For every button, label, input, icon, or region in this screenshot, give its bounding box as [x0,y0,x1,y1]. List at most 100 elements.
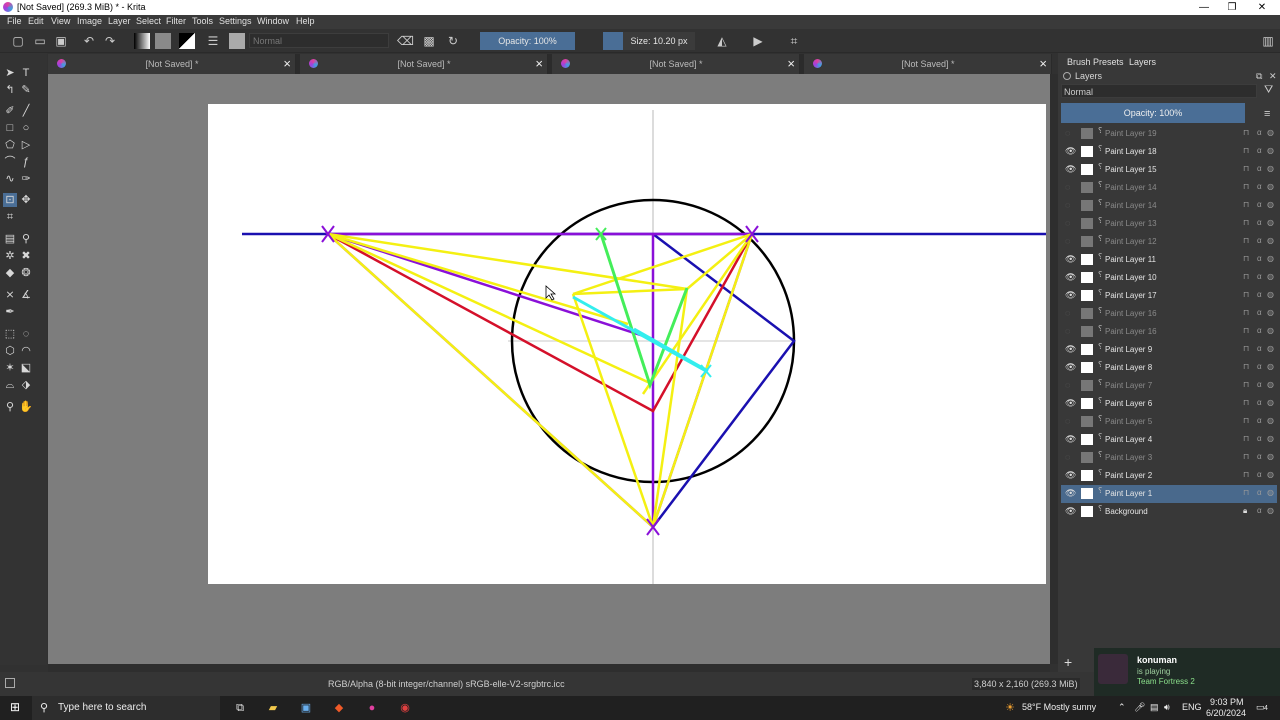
gradient-tool-icon[interactable]: ▤ [3,232,17,246]
close-docker-icon[interactable]: ✕ [1269,71,1277,82]
unlock-icon[interactable]: ⊓ [1243,326,1249,335]
layer-row[interactable]: ◌ ⸮ Paint Layer 14 ⊓ α ◍ [1061,197,1277,215]
close-tab-icon[interactable]: × [535,56,543,71]
inherit-alpha-icon[interactable]: α [1257,254,1262,263]
elliptical-selection-tool-icon[interactable]: ◌ [19,327,33,341]
snipping-tool-icon[interactable]: ▣ [298,700,314,716]
eye-open-icon[interactable]: 👁︎ [1065,398,1076,410]
menu-file[interactable]: File [7,16,22,26]
unlock-icon[interactable]: ⊓ [1243,398,1249,407]
menu-edit[interactable]: Edit [28,16,44,26]
layer-row[interactable]: 👁︎ ⸮ Paint Layer 8 ⊓ α ◍ [1061,359,1277,377]
calligraphy-tool-icon[interactable]: ✎ [19,83,33,97]
eye-open-icon[interactable]: 👁︎ [1065,272,1076,284]
layer-row[interactable]: ◌ ⸮ Paint Layer 7 ⊓ α ◍ [1061,377,1277,395]
layer-opacity-slider[interactable]: Opacity: 100% [1061,103,1245,123]
unlock-icon[interactable]: ⊓ [1243,200,1249,209]
alpha-lock-icon[interactable]: ◍ [1267,398,1274,407]
file-explorer-icon[interactable]: ▰ [265,700,281,716]
taskbar-search-box[interactable]: Type here to search [32,696,220,720]
rectangle-tool-icon[interactable]: □ [3,121,17,135]
inherit-alpha-icon[interactable]: α [1257,398,1262,407]
alpha-lock-icon[interactable]: ◍ [1267,506,1274,515]
edit-shapes-tool-icon[interactable]: ↰ [3,83,17,97]
tab-brush-presets[interactable]: Brush Presets [1067,57,1124,67]
inherit-alpha-icon[interactable]: α [1257,452,1262,461]
layer-filter-icon[interactable]: ⛛ [1264,84,1273,97]
wrap-around-icon[interactable]: ⌗ [786,33,802,49]
menu-layer[interactable]: Layer [108,16,131,26]
vertical-scrollbar[interactable] [1050,74,1058,664]
eye-hidden-icon[interactable]: ◌ [1065,236,1075,248]
alpha-lock-icon[interactable]: ◍ [1267,380,1274,389]
document-tab[interactable]: [Not Saved] * × [300,54,548,74]
crop-tool-icon[interactable]: ⌗ [3,210,17,224]
inherit-alpha-icon[interactable]: α [1257,434,1262,443]
network-icon[interactable]: ▤ [1150,702,1159,713]
inherit-alpha-icon[interactable]: α [1257,290,1262,299]
inherit-alpha-icon[interactable]: α [1257,164,1262,173]
eye-hidden-icon[interactable]: ◌ [1065,128,1075,140]
image-dimensions[interactable]: 3,840 x 2,160 (269.3 MiB) [972,678,1080,690]
toolbar-blend-mode-select[interactable]: Normal [249,33,389,48]
smart-patch-tool-icon[interactable]: ✖ [19,249,33,263]
menu-tools[interactable]: Tools [192,16,213,26]
layer-blend-mode-select[interactable]: Normal [1061,84,1257,98]
inherit-alpha-icon[interactable]: α [1257,506,1262,515]
alpha-lock-icon[interactable]: ◍ [1267,416,1274,425]
move-tool-icon[interactable]: ✥ [19,193,33,207]
unlock-icon[interactable]: ⊓ [1243,218,1249,227]
ellipse-tool-icon[interactable]: ○ [19,121,33,135]
reference-images-tool-icon[interactable]: ✒ [3,305,17,319]
layer-row[interactable]: 👁︎ ⸮ Paint Layer 2 ⊓ α ◍ [1061,467,1277,485]
new-document-icon[interactable]: ▢ [10,33,26,49]
mirror-vertical-icon[interactable]: ▶ [750,33,766,49]
close-tab-icon[interactable]: × [787,56,795,71]
unlock-icon[interactable]: ⊓ [1243,290,1249,299]
contiguous-selection-tool-icon[interactable]: ✶ [3,361,17,375]
magnetic-selection-tool-icon[interactable]: ⬗ [19,378,33,392]
microphone-icon[interactable]: 🎤︎ [1134,702,1145,713]
mirror-horizontal-icon[interactable]: ◭ [714,33,730,49]
inherit-alpha-icon[interactable]: α [1257,344,1262,353]
redo-icon[interactable]: ↷ [102,33,118,49]
rectangular-selection-tool-icon[interactable]: ⬚ [3,327,17,341]
layer-row[interactable]: 👁︎ ⸮ Paint Layer 15 ⊓ α ◍ [1061,161,1277,179]
eye-hidden-icon[interactable]: ◌ [1065,326,1075,338]
alpha-lock-icon[interactable]: ◍ [1267,326,1274,335]
inherit-alpha-icon[interactable]: α [1257,236,1262,245]
measure-tool-icon[interactable]: ∡ [19,288,33,302]
alpha-lock-icon[interactable]: ◍ [1267,362,1274,371]
layer-row[interactable]: 👁︎ ⸮ Paint Layer 6 ⊓ α ◍ [1061,395,1277,413]
eye-hidden-icon[interactable]: ◌ [1065,452,1075,464]
alpha-lock-icon[interactable]: ◍ [1267,488,1274,497]
eye-open-icon[interactable]: 👁︎ [1065,290,1076,302]
gradient-swatch-icon[interactable] [134,33,150,49]
tray-chevron-icon[interactable]: ⌃ [1118,702,1126,713]
unlock-icon[interactable]: ⊓ [1243,488,1249,497]
eye-open-icon[interactable]: 👁︎ [1065,434,1076,446]
multibrush-tool-icon[interactable]: ✑ [19,172,33,186]
layer-row[interactable]: 👁︎ ⸮ Background 🔒︎ α ◍ [1061,503,1277,521]
eye-open-icon[interactable]: 👁︎ [1065,506,1076,518]
polyline-tool-icon[interactable]: ▷ [19,138,33,152]
task-view-icon[interactable]: ⧉ [232,700,248,716]
inherit-alpha-icon[interactable]: α [1257,362,1262,371]
text-tool-icon[interactable]: T [19,66,33,80]
select-shapes-tool-icon[interactable]: ➤ [3,66,17,80]
layer-row[interactable]: 👁︎ ⸮ Paint Layer 11 ⊓ α ◍ [1061,251,1277,269]
pattern-swatch-icon[interactable] [155,33,171,49]
language-indicator[interactable]: ENG [1182,702,1202,712]
similar-selection-tool-icon[interactable]: ⬕ [19,361,33,375]
alpha-lock-icon[interactable]: ◍ [1267,200,1274,209]
lock-icon[interactable]: 🔒︎ [1243,506,1247,516]
layer-row[interactable]: 👁︎ ⸮ Paint Layer 9 ⊓ α ◍ [1061,341,1277,359]
unlock-icon[interactable]: ⊓ [1243,416,1249,425]
horizontal-scrollbar[interactable] [48,664,1050,672]
colorize-mask-tool-icon[interactable]: ✲ [3,249,17,263]
menu-filter[interactable]: Filter [166,16,186,26]
eye-hidden-icon[interactable]: ◌ [1065,416,1075,428]
zoom-tool-icon[interactable]: ⚲ [3,400,17,414]
eraser-mode-icon[interactable]: ⌫ [397,33,414,49]
menu-view[interactable]: View [51,16,70,26]
